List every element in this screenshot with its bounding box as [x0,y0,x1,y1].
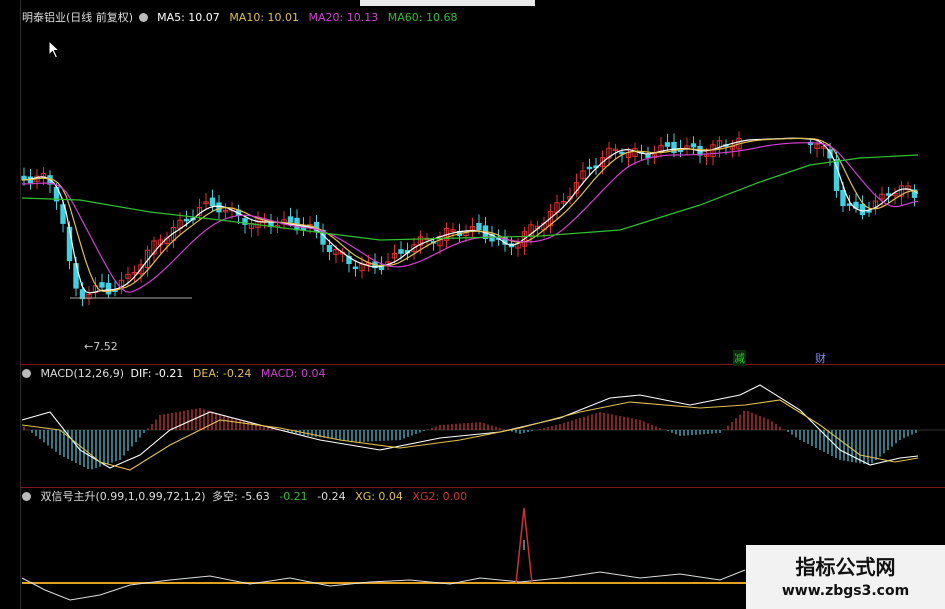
candle-body [287,216,294,223]
candle-body [398,249,404,254]
watermark-url: www.zbgs3.com [781,583,910,599]
event-tag-finance[interactable]: 财 [815,350,826,366]
ma10-line [21,137,919,293]
candle-body [885,193,892,196]
watermark-box: 指标公式网 www.zbgs3.com [746,545,945,609]
candle-body [99,282,105,288]
candle-body [326,244,333,253]
chart-window: { "main_legend": { "title": "明泰铝业(日线 前复权… [0,0,945,609]
ma5-line [21,137,919,294]
watermark-title: 指标公式网 [795,555,896,579]
price-chart[interactable] [0,0,945,609]
candle-body [586,166,593,170]
ma20-line [21,142,919,293]
candle-body [183,218,190,222]
signal-line [21,569,746,601]
candle-body [664,142,671,147]
candle-body [216,202,222,213]
event-tag-reduce[interactable]: 减 [733,350,746,366]
candle-body [209,197,216,207]
candle-body [79,289,86,300]
candle-body [105,282,112,295]
low-price-marker: ←7.52 [84,340,118,353]
candle-body [840,189,846,207]
candle-body [476,222,482,231]
candle-body [690,143,697,148]
candle-body [645,153,651,158]
candle-body [859,203,866,216]
candle-body [352,266,359,270]
